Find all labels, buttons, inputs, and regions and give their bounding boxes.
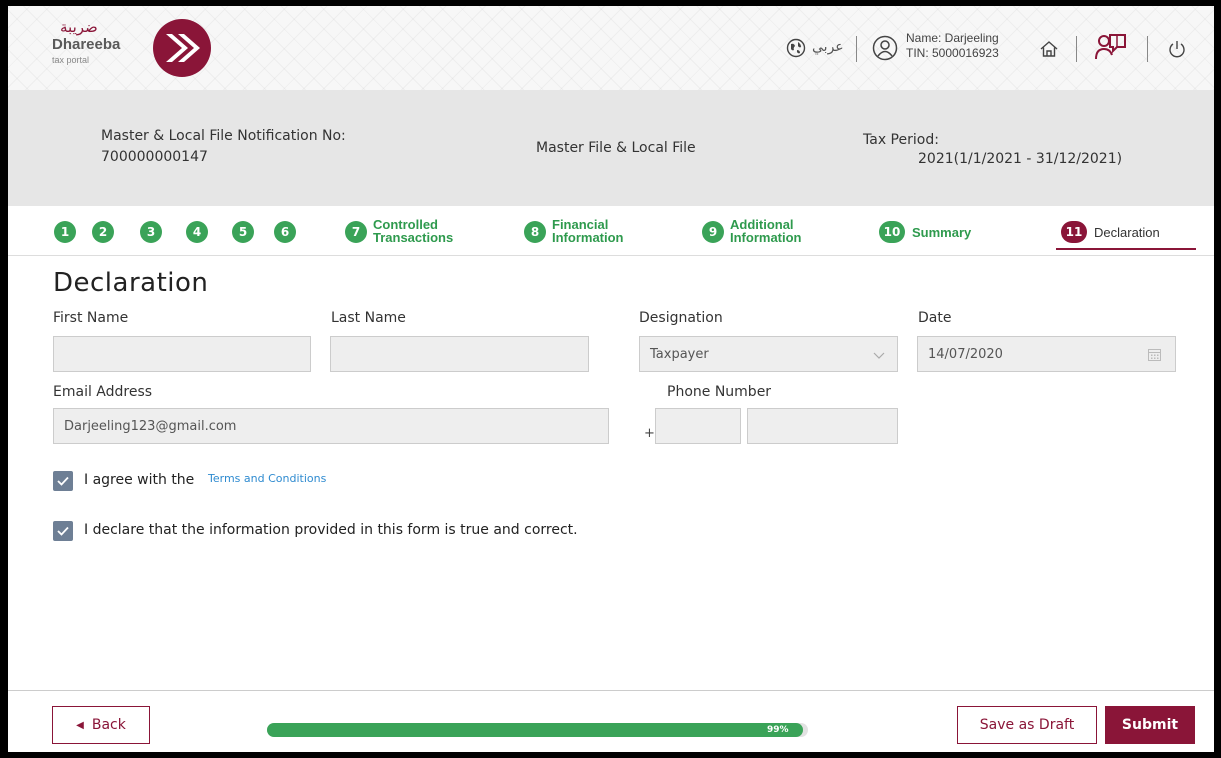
- email-field[interactable]: [53, 408, 609, 444]
- calendar-icon[interactable]: [1148, 348, 1161, 361]
- back-button[interactable]: ◀ Back: [52, 706, 150, 744]
- support-icon[interactable]: [1095, 31, 1127, 63]
- check-icon: [57, 476, 69, 486]
- date-value: 14/07/2020: [928, 346, 1003, 362]
- step-10-label[interactable]: Summary: [912, 226, 971, 239]
- header-divider: [1147, 36, 1148, 62]
- first-name-label: First Name: [53, 310, 129, 326]
- designation-select[interactable]: Taxpayer: [639, 336, 898, 372]
- declare-text: I declare that the information provided …: [84, 522, 578, 538]
- user-tin: TIN: 5000016923: [906, 46, 999, 60]
- header-divider: [1076, 36, 1077, 62]
- power-icon[interactable]: [1168, 40, 1186, 58]
- step-10[interactable]: 10: [879, 221, 905, 243]
- first-name-input[interactable]: [64, 337, 310, 371]
- tax-period-value: 2021(1/1/2021 - 31/12/2021): [918, 151, 1123, 167]
- step-11-label[interactable]: Declaration: [1094, 226, 1160, 239]
- active-step-underline: [1056, 248, 1196, 250]
- step-5[interactable]: 5: [232, 221, 254, 243]
- step-2[interactable]: 2: [92, 221, 114, 243]
- step-9-label[interactable]: Additional Information: [730, 218, 802, 244]
- phone-plus-sign: +: [644, 426, 655, 441]
- step-9[interactable]: 9: [702, 221, 724, 243]
- notification-info-band: Master & Local File Notification No: 700…: [8, 90, 1214, 206]
- email-input[interactable]: [64, 409, 608, 443]
- first-name-field[interactable]: [53, 336, 311, 372]
- home-icon[interactable]: [1039, 39, 1059, 59]
- last-name-input[interactable]: [341, 337, 588, 371]
- wizard-steps: 1 2 3 4 5 6 7 Controlled Transactions 8 …: [8, 206, 1214, 256]
- declare-checkbox[interactable]: [53, 521, 73, 541]
- progress-fill: 99%: [267, 723, 803, 737]
- file-type: Master File & Local File: [536, 140, 696, 156]
- globe-icon[interactable]: [786, 38, 806, 58]
- logo-arabic-text: ضريبة: [60, 18, 98, 36]
- date-label: Date: [918, 310, 952, 326]
- step-7-label-line2: Transactions: [373, 230, 454, 245]
- top-header: ضريبة Dhareeba tax portal عربي Name: Dar…: [8, 6, 1214, 90]
- step-8-label-line2: Information: [552, 230, 624, 245]
- designation-label: Designation: [639, 310, 723, 326]
- back-button-label: Back: [91, 717, 126, 733]
- terms-and-conditions-link[interactable]: Terms and Conditions: [208, 472, 326, 485]
- step-8[interactable]: 8: [524, 221, 546, 243]
- notification-number: 700000000147: [101, 149, 208, 165]
- designation-value: Taxpayer: [650, 346, 709, 362]
- chevron-down-icon: [873, 352, 885, 359]
- progress-bar: 99%: [267, 723, 808, 737]
- last-name-label: Last Name: [331, 310, 406, 326]
- step-7-label[interactable]: Controlled Transactions: [373, 218, 453, 244]
- step-6[interactable]: 6: [274, 221, 296, 243]
- phone-code-input[interactable]: [666, 409, 740, 443]
- phone-number-input[interactable]: [758, 409, 897, 443]
- page-title: Declaration: [53, 268, 209, 298]
- back-arrow-icon: ◀: [76, 719, 84, 731]
- step-4[interactable]: 4: [186, 221, 208, 243]
- submit-button[interactable]: Submit: [1105, 706, 1195, 744]
- header-divider: [856, 36, 857, 62]
- agree-text: I agree with the: [84, 472, 195, 488]
- progress-text: 99%: [767, 725, 789, 735]
- phone-code-field[interactable]: [655, 408, 741, 444]
- email-label: Email Address: [53, 384, 153, 400]
- phone-number-field[interactable]: [747, 408, 898, 444]
- step-11[interactable]: 11: [1061, 221, 1087, 243]
- tax-period-label: Tax Period:: [863, 132, 939, 148]
- dhareeba-logo-icon[interactable]: [152, 18, 212, 78]
- notification-label: Master & Local File Notification No:: [101, 128, 346, 144]
- date-field[interactable]: 14/07/2020: [917, 336, 1176, 372]
- step-1[interactable]: 1: [54, 221, 76, 243]
- language-switch-link[interactable]: عربي: [812, 39, 844, 55]
- user-icon[interactable]: [872, 35, 898, 61]
- check-icon: [57, 526, 69, 536]
- user-name: Name: Darjeeling: [906, 31, 999, 45]
- save-as-draft-button[interactable]: Save as Draft: [957, 706, 1097, 744]
- step-8-label[interactable]: Financial Information: [552, 218, 624, 244]
- phone-label: Phone Number: [667, 384, 772, 400]
- agree-checkbox[interactable]: [53, 471, 73, 491]
- logo-subtitle: tax portal: [52, 55, 90, 65]
- app-window: ضريبة Dhareeba tax portal عربي Name: Dar…: [8, 6, 1214, 752]
- step-7[interactable]: 7: [345, 221, 367, 243]
- logo-name: Dhareeba: [52, 36, 121, 53]
- footer-bar: ◀ Back 99% Save as Draft Submit: [8, 690, 1214, 752]
- last-name-field[interactable]: [330, 336, 589, 372]
- step-3[interactable]: 3: [140, 221, 162, 243]
- step-9-label-line2: Information: [730, 230, 802, 245]
